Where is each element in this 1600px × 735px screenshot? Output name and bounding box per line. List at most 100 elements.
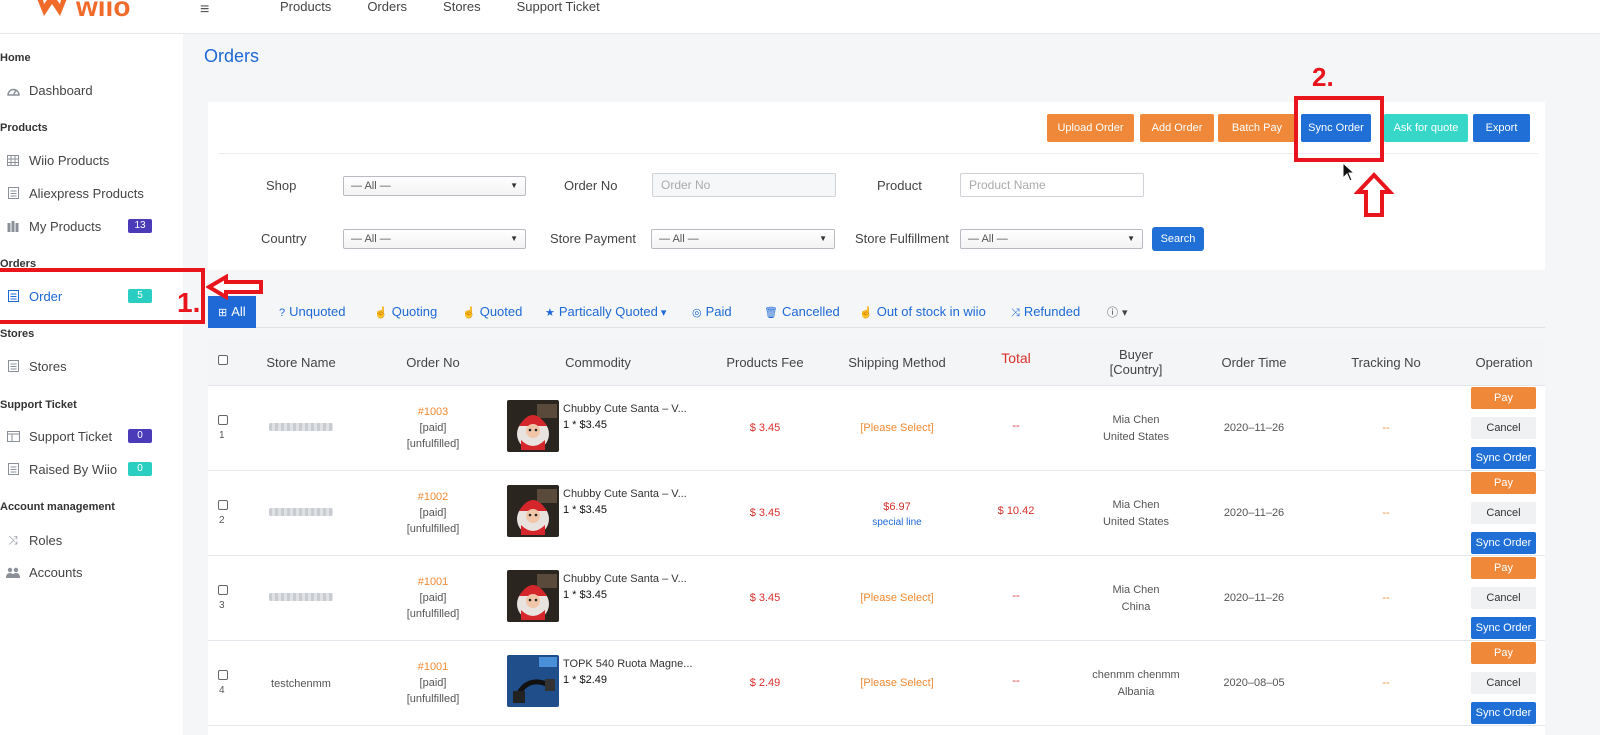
top-nav: Products Orders Stores Support Ticket [280, 0, 636, 14]
product-name[interactable]: Chubby Cute Santa – V... [563, 403, 687, 415]
sidebar-section-account: Account management [0, 501, 115, 513]
export-button[interactable]: Export [1473, 114, 1530, 142]
tab-quoted[interactable]: ☝ Quoted [462, 296, 522, 328]
topnav-products[interactable]: Products [280, 0, 331, 14]
sidebar-item-roles[interactable]: ⤨ Roles [6, 529, 176, 551]
tab-label: Unquoted [289, 304, 346, 319]
tab-cancelled[interactable]: 🗑 Cancelled [764, 296, 840, 328]
pay-button[interactable]: Pay [1471, 642, 1536, 664]
order-no-link[interactable]: #1003 [388, 404, 478, 420]
users-icon [6, 565, 20, 579]
buyer-country: Albania [1117, 686, 1155, 698]
country-select[interactable]: — All — ▼ [343, 229, 526, 249]
sidebar-item-stores[interactable]: Stores [6, 355, 176, 377]
product-thumbnail[interactable] [507, 485, 559, 537]
order-time: 2020–11–26 [1223, 507, 1285, 519]
product-name[interactable]: Chubby Cute Santa – V... [563, 573, 687, 585]
product-name-input[interactable]: Product Name [960, 173, 1144, 197]
product-name[interactable]: TOPK 540 Ruota Magne... [563, 658, 692, 670]
buyer-name: Mia Chen [1112, 584, 1160, 596]
sidebar-item-dashboard[interactable]: Dashboard [6, 79, 176, 101]
logo[interactable]: wiio [34, 0, 130, 21]
shipping-method-cell[interactable]: $6.97 special line [838, 500, 956, 530]
tab-quoting[interactable]: ☝ Quoting [374, 296, 437, 328]
add-order-button[interactable]: Add Order [1140, 114, 1214, 142]
col-buyer: Buyer [Country] [1088, 338, 1184, 386]
tab-partially-quoted[interactable]: ★ Partically Quoted ▾ [545, 296, 670, 328]
tab-out-of-stock[interactable]: ☝ Out of stock in wiio [859, 296, 986, 328]
order-no-link[interactable]: #1001 [388, 574, 478, 590]
store-fulfillment-select[interactable]: — All — ▼ [960, 229, 1143, 249]
store-name-redacted [269, 593, 333, 601]
row-checkbox[interactable] [218, 500, 228, 510]
topnav-support-ticket[interactable]: Support Ticket [517, 0, 600, 14]
cancel-button[interactable]: Cancel [1471, 417, 1536, 439]
row-checkbox[interactable] [218, 670, 228, 680]
product-thumbnail[interactable] [507, 400, 559, 452]
product-name[interactable]: Chubby Cute Santa – V... [563, 488, 687, 500]
order-time: 2020–11–26 [1223, 592, 1285, 604]
store-name: testchenmm [271, 678, 331, 690]
buyer-name: Mia Chen [1112, 414, 1160, 426]
order-total: $ 10.42 [997, 505, 1035, 517]
order-no-link[interactable]: #1002 [388, 489, 478, 505]
cancel-button[interactable]: Cancel [1471, 672, 1536, 694]
product-quantity: 1 * $3.45 [563, 589, 608, 601]
tab-label: Out of stock in wiio [876, 304, 986, 319]
pay-button[interactable]: Pay [1471, 557, 1536, 579]
menu-toggle-icon[interactable]: ≡ [200, 1, 209, 19]
topnav-orders[interactable]: Orders [367, 0, 407, 14]
sidebar-item-raised-by-wiio[interactable]: Raised By Wiio 0 [6, 458, 176, 480]
shop-select[interactable]: — All — ▼ [343, 176, 526, 196]
top-bar: wiio ≡ Products Orders Stores Support Ti… [0, 0, 1600, 34]
ask-for-quote-button[interactable]: Ask for quote [1384, 114, 1468, 142]
tab-label: Cancelled [781, 304, 840, 319]
product-thumbnail[interactable] [507, 655, 559, 707]
store-payment-select[interactable]: — All — ▼ [651, 229, 835, 249]
shuffle-icon: ⤨ [1011, 307, 1020, 319]
shipping-method-select[interactable]: [Please Select] [838, 677, 956, 689]
products-fee: $ 3.45 [749, 592, 781, 604]
sidebar-item-wiio-products[interactable]: Wiio Products [6, 149, 176, 171]
sidebar-item-accounts[interactable]: Accounts [6, 561, 176, 583]
tab-label: All [231, 304, 246, 319]
upload-order-button[interactable]: Upload Order [1047, 114, 1134, 142]
row-index: 2 [219, 515, 225, 526]
col-buyer-sub: [Country] [1109, 362, 1163, 377]
cancel-button[interactable]: Cancel [1471, 587, 1536, 609]
pay-button[interactable]: Pay [1471, 472, 1536, 494]
topnav-stores[interactable]: Stores [443, 0, 481, 14]
sidebar-item-my-products[interactable]: My Products 13 [6, 215, 176, 237]
sync-order-row-button[interactable]: Sync Order [1471, 617, 1536, 639]
search-button[interactable]: Search [1152, 227, 1204, 251]
shipping-method-select[interactable]: [Please Select] [838, 422, 956, 434]
pay-button[interactable]: Pay [1471, 387, 1536, 409]
tab-label: Quoted [479, 304, 523, 319]
tab-paid[interactable]: ◎ Paid [692, 296, 732, 328]
sync-order-row-button[interactable]: Sync Order [1471, 532, 1536, 554]
tab-refunded[interactable]: ⤨ Refunded [1011, 296, 1080, 328]
bars-icon [6, 219, 20, 233]
caret-down-icon: ▾ [660, 307, 667, 319]
tab-unquoted[interactable]: ? Unquoted [279, 296, 346, 328]
product-quantity: 1 * $3.45 [563, 419, 608, 431]
order-no-input[interactable]: Order No [652, 173, 836, 197]
select-all-checkbox[interactable] [218, 355, 228, 365]
sync-order-row-button[interactable]: Sync Order [1471, 447, 1536, 469]
info-dropdown[interactable]: ⓘ ▾ [1107, 296, 1132, 328]
store-name-redacted [269, 508, 333, 516]
payment-status: [paid] [419, 592, 447, 604]
row-checkbox[interactable] [218, 415, 228, 425]
payment-status: [paid] [419, 507, 447, 519]
hand-icon: ☝ [374, 307, 388, 319]
sync-order-row-button[interactable]: Sync Order [1471, 702, 1536, 724]
row-checkbox[interactable] [218, 585, 228, 595]
order-no-cell: #1001 [paid] [unfulfilled] [388, 574, 478, 622]
shipping-method-select[interactable]: [Please Select] [838, 592, 956, 604]
product-thumbnail[interactable] [507, 570, 559, 622]
batch-pay-button[interactable]: Batch Pay [1218, 114, 1296, 142]
order-no-link[interactable]: #1001 [388, 659, 478, 675]
sidebar-item-support-ticket[interactable]: Support Ticket 0 [6, 425, 176, 447]
sidebar-item-aliexpress-products[interactable]: Aliexpress Products [6, 182, 176, 204]
cancel-button[interactable]: Cancel [1471, 502, 1536, 524]
